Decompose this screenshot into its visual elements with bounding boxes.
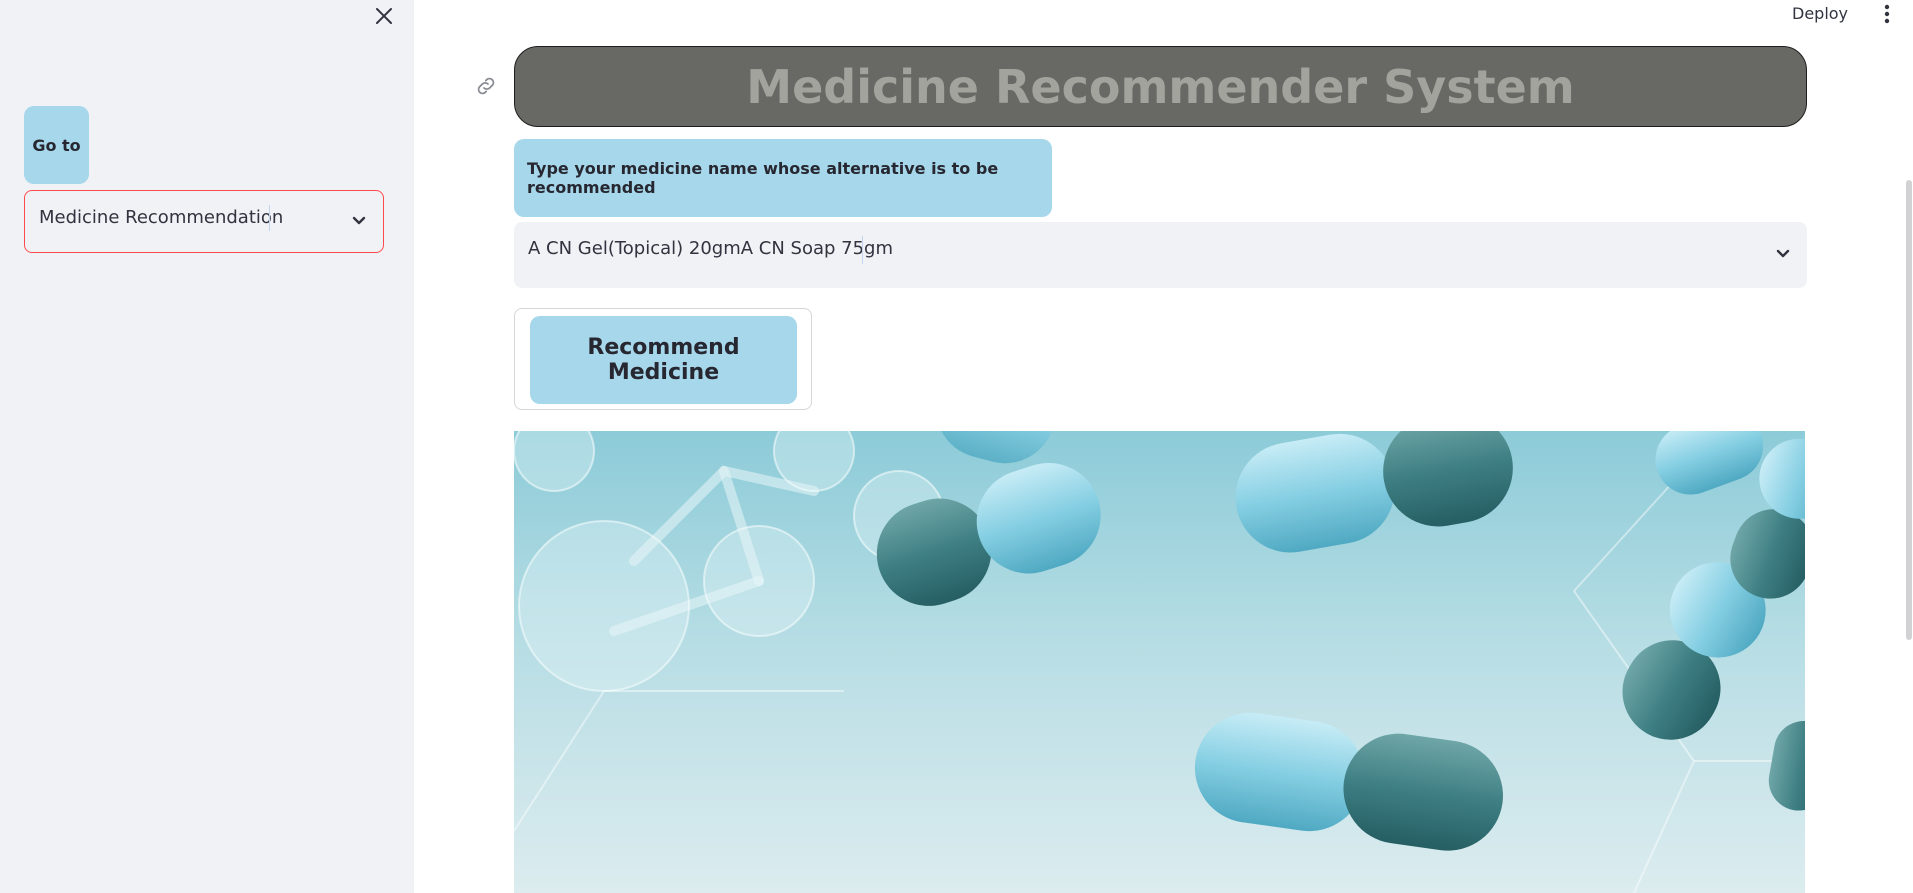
medicine-prompt-label: Type your medicine name whose alternativ… (514, 139, 1052, 217)
text-cursor (269, 205, 270, 231)
link-icon (477, 77, 495, 95)
chevron-down-icon[interactable] (1773, 244, 1793, 264)
main-scrollbar[interactable] (1906, 180, 1912, 640)
deploy-button[interactable]: Deploy (1792, 4, 1848, 26)
recommend-medicine-button[interactable]: Recommend Medicine (530, 316, 797, 404)
hero-image-capsules (514, 431, 1805, 893)
close-icon (376, 8, 392, 24)
close-sidebar-button[interactable] (368, 0, 400, 32)
recommend-button-container: Recommend Medicine (514, 308, 812, 410)
text-cursor (862, 236, 863, 264)
chevron-down-icon[interactable] (349, 211, 369, 231)
page-title: Medicine Recommender System (746, 59, 1575, 114)
medicine-select-value: A CN Gel(Topical) 20gmA CN Soap 75gm (528, 238, 894, 259)
page-select-value: Medicine Recommendation (39, 207, 284, 228)
goto-label: Go to (24, 106, 89, 184)
title-banner: Medicine Recommender System (514, 46, 1807, 127)
vertical-dots-icon (1884, 4, 1890, 24)
sidebar: Go to Medicine Recommendation (0, 0, 414, 893)
title-anchor-link[interactable] (472, 72, 500, 100)
main-menu-button[interactable] (1878, 2, 1896, 26)
page-select[interactable]: Medicine Recommendation (24, 190, 384, 253)
medicine-select[interactable]: A CN Gel(Topical) 20gmA CN Soap 75gm (514, 222, 1807, 288)
